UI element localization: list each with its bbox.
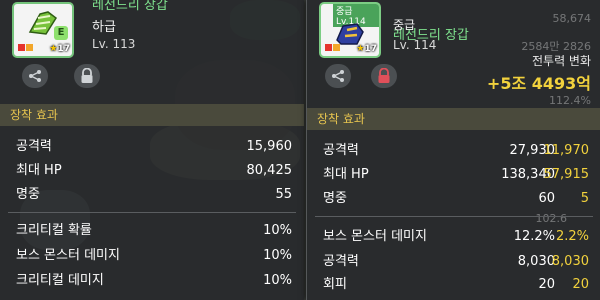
grade-badge-e: E bbox=[54, 26, 68, 40]
background-text: 102.6 bbox=[535, 212, 568, 225]
item-grade: 하급 bbox=[92, 20, 116, 35]
power-change-label: 전투력 변화 bbox=[531, 54, 591, 68]
tooltip-header: 중급 Lv.114 ★17 레전드리 장갑 중급 전투력 변화 +5조 4493… bbox=[307, 0, 600, 102]
section-equip-effect: 장착 효과 bbox=[307, 108, 600, 130]
item-icon-frame: E ★17 bbox=[12, 2, 74, 58]
stat-value: 10% bbox=[263, 248, 292, 263]
stat-row: 명중 55 bbox=[10, 184, 292, 206]
stat-diff: 2.2% bbox=[555, 229, 589, 244]
stat-row: 보스 몬스터 데미지 10% bbox=[10, 245, 292, 267]
stat-value: 12.2% bbox=[513, 229, 555, 244]
stat-diff: 20 bbox=[572, 277, 589, 292]
icon-level-tag: ★17 bbox=[49, 44, 70, 54]
item-name: 레전드리 장갑 bbox=[92, 0, 168, 13]
item-icon-frame: 중급 Lv.114 ★17 bbox=[319, 2, 381, 58]
power-change-value: +5조 4493억 bbox=[486, 74, 591, 93]
slot-indicator bbox=[26, 44, 33, 51]
stat-value: 55 bbox=[275, 187, 292, 202]
item-grade: 중급 bbox=[393, 18, 416, 32]
stat-label: 최대 HP bbox=[16, 163, 62, 178]
stat-row: 공격력 8,030 8,030 bbox=[317, 251, 589, 273]
lock-button[interactable] bbox=[371, 64, 397, 88]
stat-row: 회피 20 20 bbox=[317, 274, 589, 296]
stat-label: 공격력 bbox=[323, 254, 359, 269]
stat-label: 공격력 bbox=[16, 139, 52, 154]
lock-icon bbox=[81, 68, 93, 83]
stat-label: 크리티컬 데미지 bbox=[16, 273, 104, 288]
stat-label: 크리티컬 확률 bbox=[16, 223, 92, 238]
stat-diff: 8,030 bbox=[551, 254, 589, 269]
compare-item-level: Lv. 114 bbox=[393, 38, 437, 52]
slot-indicator bbox=[333, 44, 340, 51]
stat-value: 8,030 bbox=[517, 254, 555, 269]
slot-indicator bbox=[325, 44, 332, 51]
stat-value: 80,425 bbox=[246, 163, 293, 178]
divider bbox=[315, 216, 593, 217]
icon-level: 17 bbox=[57, 44, 70, 54]
icon-level: 17 bbox=[364, 44, 377, 54]
stat-value: 60 bbox=[538, 191, 555, 206]
stat-row: 명중 60 5 bbox=[317, 188, 589, 210]
item-tooltip-current: E ★17 레전드리 장갑 하급 Lv. 113 장착 효과 공격력 15,960… bbox=[0, 0, 304, 300]
stat-diff: 11,970 bbox=[543, 143, 590, 158]
stat-row: 공격력 15,960 bbox=[10, 136, 292, 158]
grade-tag-text: 중급 bbox=[336, 7, 353, 17]
stat-value: 20 bbox=[538, 277, 555, 292]
stat-row: 보스 몬스터 데미지 12.2% 2.2% bbox=[317, 226, 589, 248]
item-level: Lv. 113 bbox=[92, 37, 136, 51]
stat-value: 10% bbox=[263, 273, 292, 288]
stat-row: 크리티컬 데미지 10% bbox=[10, 270, 292, 292]
tooltip-header: E ★17 레전드리 장갑 하급 Lv. 113 bbox=[0, 0, 304, 102]
item-tooltip-compare: 58,674 2584만 2826 112.4% 중급 Lv.114 ★17 레… bbox=[306, 0, 600, 300]
stat-row: 최대 HP 138,340 57,915 bbox=[317, 164, 589, 186]
stat-row: 공격력 27,930 11,970 bbox=[317, 140, 589, 162]
stat-label: 보스 몬스터 데미지 bbox=[16, 248, 120, 263]
stat-label: 공격력 bbox=[323, 143, 359, 158]
stat-diff: 5 bbox=[580, 191, 589, 206]
share-button[interactable] bbox=[325, 64, 351, 88]
stat-row: 최대 HP 80,425 bbox=[10, 160, 292, 182]
section-equip-effect: 장착 효과 bbox=[0, 104, 304, 126]
stat-value: 10% bbox=[263, 223, 292, 238]
stat-label: 최대 HP bbox=[323, 167, 369, 182]
slot-indicator bbox=[18, 44, 25, 51]
stat-diff: 57,915 bbox=[543, 167, 590, 182]
icon-level-tag: ★17 bbox=[356, 44, 377, 54]
lock-icon bbox=[378, 68, 390, 83]
lock-button[interactable] bbox=[74, 64, 100, 88]
divider bbox=[8, 212, 296, 213]
stat-label: 명중 bbox=[323, 191, 347, 206]
stat-value: 15,960 bbox=[246, 139, 293, 154]
share-icon bbox=[332, 70, 344, 82]
stat-row: 크리티컬 확률 10% bbox=[10, 220, 292, 242]
share-icon bbox=[29, 70, 41, 82]
stat-label: 보스 몬스터 데미지 bbox=[323, 229, 427, 244]
stat-label: 명중 bbox=[16, 187, 40, 202]
stat-label: 회피 bbox=[323, 277, 347, 292]
share-button[interactable] bbox=[22, 64, 48, 88]
